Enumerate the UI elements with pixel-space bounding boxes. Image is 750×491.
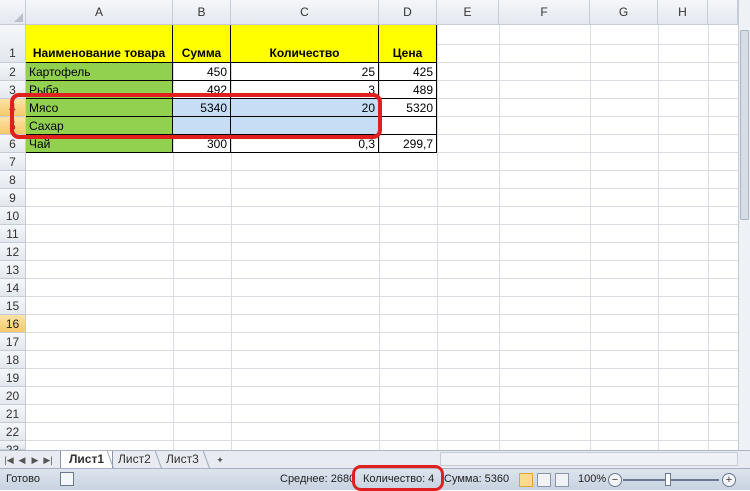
gridline xyxy=(658,25,659,450)
status-bar: Готово Среднее: 2680 Количество: 4 Сумма… xyxy=(0,465,750,491)
row-header[interactable]: 20 xyxy=(0,387,26,405)
cell-d2[interactable]: 425 xyxy=(379,63,437,81)
zoom-in-icon[interactable]: + xyxy=(722,473,736,487)
status-ready: Готово xyxy=(6,473,40,485)
vertical-scrollbar[interactable] xyxy=(738,0,750,450)
scroll-thumb[interactable] xyxy=(740,30,749,220)
zoom-level[interactable]: 100% xyxy=(578,473,606,485)
status-average: Среднее: 2680 xyxy=(280,473,356,485)
cell-c1[interactable]: Количество xyxy=(231,25,379,63)
row-header[interactable]: 17 xyxy=(0,333,26,351)
zoom-slider-thumb[interactable] xyxy=(665,473,671,486)
row-header[interactable]: 1 xyxy=(0,25,26,63)
cell-d4[interactable]: 5320 xyxy=(379,99,437,117)
cell-b1[interactable]: Сумма xyxy=(173,25,231,63)
gridline xyxy=(590,25,591,450)
column-header-b[interactable]: B xyxy=(173,0,231,25)
row-header[interactable]: 21 xyxy=(0,405,26,423)
prev-sheet-icon[interactable]: ◀ xyxy=(17,454,27,466)
column-header-h[interactable]: H xyxy=(658,0,708,25)
insert-sheet-icon[interactable]: ✦ xyxy=(212,454,228,466)
row-header[interactable]: 12 xyxy=(0,243,26,261)
row-header[interactable]: 13 xyxy=(0,261,26,279)
highlight-box xyxy=(10,93,382,139)
column-header-g[interactable]: G xyxy=(590,0,658,25)
row-header[interactable]: 23 xyxy=(0,441,26,457)
page-layout-view-icon[interactable] xyxy=(537,473,551,487)
cell-d3[interactable]: 489 xyxy=(379,81,437,99)
cell-c2[interactable]: 25 xyxy=(231,63,379,81)
cell-a1[interactable]: Наименование товара xyxy=(26,25,173,63)
first-sheet-icon[interactable]: |◀ xyxy=(4,454,14,466)
row-header[interactable]: 7 xyxy=(0,153,26,171)
cell-a2[interactable]: Картофель xyxy=(26,63,173,81)
gridline xyxy=(708,25,709,450)
gridline xyxy=(437,25,438,450)
row-header[interactable]: 11 xyxy=(0,225,26,243)
cell-d1[interactable]: Цена xyxy=(379,25,437,63)
column-header-a[interactable]: A xyxy=(26,0,173,25)
zoom-out-icon[interactable]: − xyxy=(608,473,622,487)
status-sum: Сумма: 5360 xyxy=(444,473,510,485)
zoom-slider[interactable] xyxy=(623,479,719,481)
cell-d5[interactable] xyxy=(379,117,437,135)
tab-sheet3[interactable]: Лист3 xyxy=(158,451,207,469)
row-header[interactable]: 14 xyxy=(0,279,26,297)
row-header[interactable]: 19 xyxy=(0,369,26,387)
column-header-d[interactable]: D xyxy=(379,0,437,25)
next-sheet-icon[interactable]: ▶ xyxy=(30,454,40,466)
row-header[interactable]: 8 xyxy=(0,171,26,189)
last-sheet-icon[interactable]: ▶| xyxy=(43,454,53,466)
cell-b2[interactable]: 450 xyxy=(173,63,231,81)
gridline xyxy=(499,25,500,450)
tab-sheet2[interactable]: Лист2 xyxy=(110,451,159,469)
row-header[interactable]: 9 xyxy=(0,189,26,207)
normal-view-icon[interactable] xyxy=(519,473,533,487)
page-break-view-icon[interactable] xyxy=(555,473,569,487)
select-all-corner[interactable] xyxy=(0,0,26,25)
row-header[interactable]: 16 xyxy=(0,315,26,333)
row-header[interactable]: 10 xyxy=(0,207,26,225)
column-header-c[interactable]: C xyxy=(231,0,379,25)
horizontal-scrollbar[interactable] xyxy=(440,452,738,466)
row-header[interactable]: 18 xyxy=(0,351,26,369)
row-header[interactable]: 2 xyxy=(0,63,26,81)
macro-record-icon[interactable] xyxy=(60,472,74,486)
column-header-f[interactable]: F xyxy=(499,0,590,25)
status-count-highlight xyxy=(352,465,444,491)
tab-sheet1[interactable]: Лист1 xyxy=(60,451,114,469)
column-header-i[interactable] xyxy=(708,0,738,25)
cell-d6[interactable]: 299,7 xyxy=(379,135,437,153)
row-header[interactable]: 15 xyxy=(0,297,26,315)
column-header-e[interactable]: E xyxy=(437,0,499,25)
row-header[interactable]: 22 xyxy=(0,423,26,441)
